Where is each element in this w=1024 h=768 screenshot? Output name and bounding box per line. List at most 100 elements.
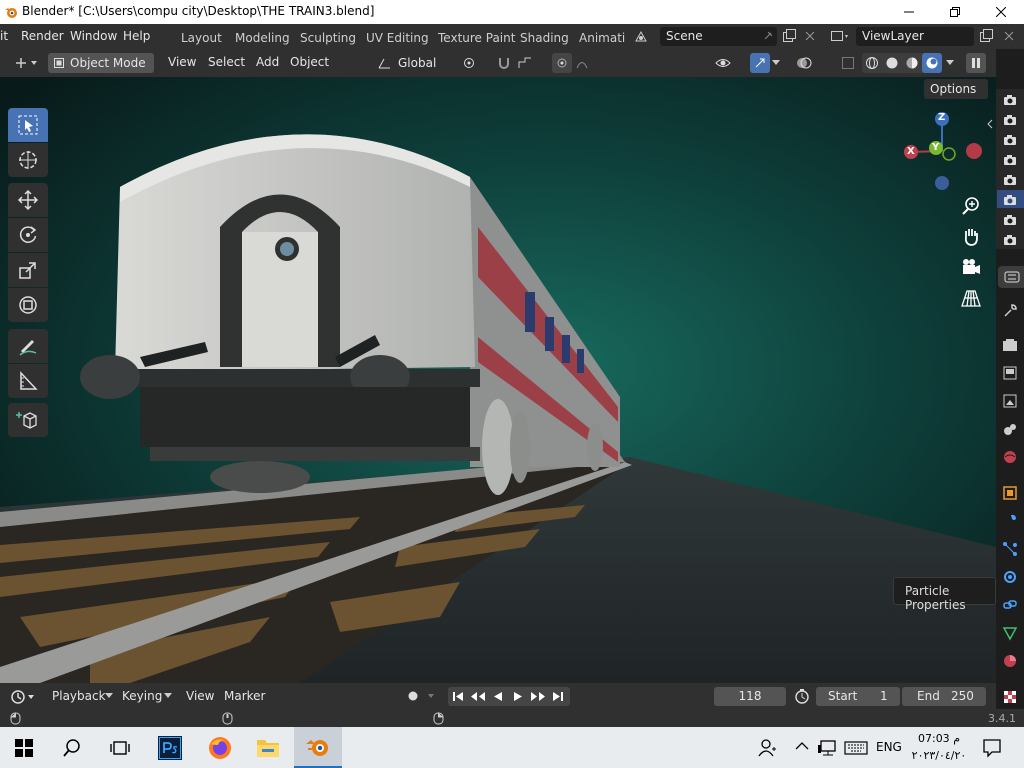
prev-keyframe-icon[interactable] [470,690,486,703]
clock[interactable]: 07:03 م ٢٠٢٣/٠٤/٢٠ [906,730,972,766]
photoshop-taskbar-button[interactable] [146,727,194,768]
camera-visibility-icon[interactable] [1002,112,1018,128]
gizmo-dropdown[interactable] [770,53,782,73]
tool-settings-icon[interactable] [1002,303,1018,319]
delete-scene-icon[interactable] [804,30,816,42]
orientation-dropdown[interactable]: Global [372,53,452,73]
current-frame-field[interactable]: 118 [714,687,786,706]
proportional-edit-toggle[interactable] [552,53,572,73]
record-icon[interactable] [406,690,436,703]
header-menu-select[interactable]: Select [208,55,245,69]
end-frame-field[interactable]: End 250 [902,687,986,706]
menu-render[interactable]: Render [21,29,64,43]
play-icon[interactable] [512,690,524,703]
camera-visibility-icon[interactable] [1002,152,1018,168]
tool-annotate[interactable] [8,329,48,363]
tool-scale[interactable] [8,253,48,287]
modifier-properties-icon[interactable] [1002,513,1018,529]
camera-visibility-icon[interactable] [1002,132,1018,148]
timeline-editor-type[interactable] [8,687,40,707]
snap-dropdown[interactable] [514,53,544,73]
rendered-shading-button[interactable] [922,53,942,73]
firefox-taskbar-button[interactable] [196,727,244,768]
falloff-dropdown[interactable] [574,53,602,73]
language-indicator[interactable]: ENG [876,740,902,754]
editor-type-button[interactable] [10,53,40,73]
world-properties-icon[interactable] [1002,449,1018,465]
data-properties-icon[interactable] [1002,625,1018,641]
tab-texture-paint[interactable]: Texture Paint [438,31,515,45]
tab-shading[interactable]: Shading [520,31,569,45]
3d-viewport[interactable]: Options Z Y X Particle Properties [0,77,996,683]
chevron-up-icon[interactable] [795,741,809,751]
search-button[interactable] [48,727,96,768]
properties-editor-type[interactable] [998,266,1024,288]
new-viewlayer-icon[interactable] [978,28,994,44]
camera-view-icon[interactable] [961,257,981,277]
delete-viewlayer-icon[interactable] [1003,30,1015,42]
viewlayer-selector[interactable]: ViewLayer [856,27,974,46]
start-button[interactable] [0,727,48,768]
header-menu-view[interactable]: View [168,55,196,69]
texture-properties-icon[interactable] [1002,689,1018,705]
particle-properties-icon[interactable] [1002,541,1018,557]
camera-visibility-icon[interactable] [1002,212,1018,228]
maximize-button[interactable] [932,0,978,24]
tool-add-cube[interactable] [8,403,48,437]
wireframe-shading-icon[interactable] [865,56,879,70]
view-layer-properties-icon[interactable] [1002,393,1018,409]
next-keyframe-icon[interactable] [530,690,546,703]
material-properties-icon[interactable] [1002,653,1018,669]
pan-hand-icon[interactable] [961,226,981,246]
shading-dropdown[interactable] [944,53,956,73]
output-properties-icon[interactable] [1002,365,1018,381]
timeline-menu-keying[interactable]: Keying [122,689,162,703]
blender-taskbar-button[interactable] [294,727,342,768]
tool-select-box[interactable] [8,108,48,142]
new-scene-icon[interactable] [781,28,797,44]
pause-render-button[interactable] [966,53,986,73]
tool-rotate[interactable] [8,218,48,252]
menu-file-partial[interactable]: it [0,29,8,43]
xray-toggle[interactable] [838,53,858,73]
constraint-properties-icon[interactable] [1002,597,1018,613]
tab-uv-editing[interactable]: UV Editing [366,31,429,45]
play-reverse-icon[interactable] [492,690,504,703]
chevron-left-icon[interactable] [986,119,994,129]
gizmo-toggle[interactable] [750,53,770,73]
camera-visibility-icon[interactable] [1002,172,1018,188]
pivot-dropdown[interactable] [458,53,488,73]
render-properties-icon[interactable] [1002,337,1018,353]
jump-end-icon[interactable] [552,690,564,703]
zoom-icon[interactable] [961,196,981,216]
camera-visibility-icon[interactable] [1002,92,1018,108]
menu-window[interactable]: Window [70,29,117,43]
camera-visibility-icon[interactable] [1002,232,1018,248]
jump-start-icon[interactable] [452,690,464,703]
tab-sculpting[interactable]: Sculpting [300,31,356,45]
start-frame-field[interactable]: Start 1 [816,687,900,706]
tab-modeling[interactable]: Modeling [235,31,290,45]
keyboard-icon[interactable] [844,740,868,756]
notifications-icon[interactable] [982,738,1002,758]
timeline-menu-marker[interactable]: Marker [224,689,265,703]
solid-shading-icon[interactable] [885,56,899,70]
task-view-button[interactable] [96,727,144,768]
visibility-dropdown[interactable] [712,53,742,73]
scene-selector[interactable]: Scene [660,27,777,46]
tool-move[interactable] [8,183,48,217]
tool-transform[interactable] [8,288,48,322]
timeline-menu-view[interactable]: View [186,689,214,703]
physics-properties-icon[interactable] [1002,569,1018,585]
people-icon[interactable] [758,739,778,757]
file-explorer-taskbar-button[interactable] [244,727,292,768]
overlays-toggle[interactable] [794,53,814,73]
object-properties-icon[interactable] [1002,485,1018,501]
menu-help[interactable]: Help [123,29,150,43]
minimize-button[interactable] [886,0,932,24]
header-menu-add[interactable]: Add [256,55,279,69]
close-button[interactable] [978,0,1024,24]
preview-range-icon[interactable] [794,688,810,704]
header-menu-object[interactable]: Object [290,55,329,69]
tab-animation[interactable]: Animati [579,31,625,45]
